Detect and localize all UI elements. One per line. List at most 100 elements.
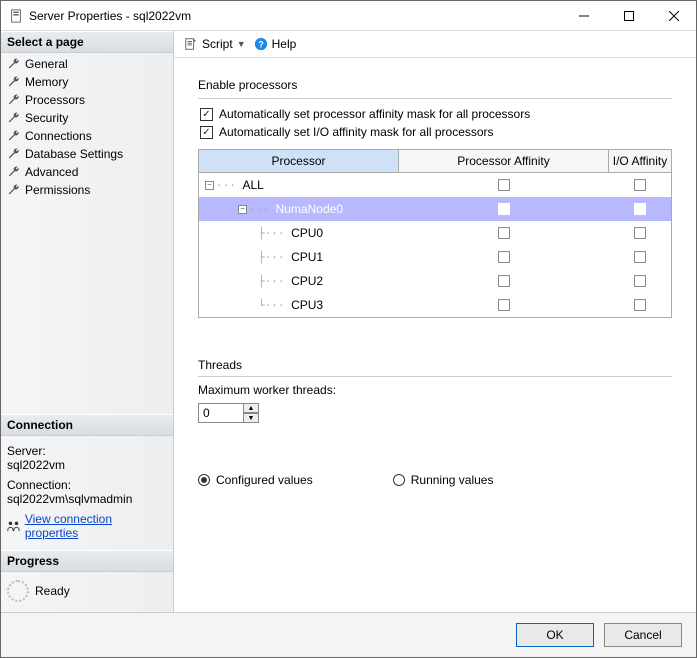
help-icon: ? [254,37,268,51]
divider [198,98,672,99]
tree-collapse-icon[interactable]: − [205,181,214,190]
processors-panel: Enable processors ✓ Automatically set pr… [174,58,696,612]
window-controls [561,1,696,30]
io-affinity-checkbox[interactable] [634,251,646,263]
select-page-header: Select a page [1,31,173,53]
grid-row-all[interactable]: − ··· ALL [199,173,671,197]
running-values-radio[interactable]: Running values [393,473,494,487]
radio-icon [393,474,405,486]
configured-values-label: Configured values [216,473,313,487]
spinner-up-button[interactable]: ▲ [244,403,259,413]
auto-io-affinity-checkbox[interactable]: ✓ [200,126,213,139]
io-affinity-checkbox[interactable] [634,227,646,239]
minimize-icon [579,11,589,21]
page-advanced[interactable]: Advanced [1,163,173,181]
grid-row-cpu1[interactable]: ├··· CPU1 [199,245,671,269]
max-worker-threads-input[interactable] [198,403,244,423]
chevron-down-icon: ▼ [237,39,246,49]
io-affinity-checkbox[interactable] [634,299,646,311]
dialog-button-bar: OK Cancel [1,612,696,657]
enable-processors-label: Enable processors [198,78,672,92]
auto-io-affinity-row: ✓ Automatically set I/O affinity mask fo… [198,123,672,141]
auto-processor-affinity-label: Automatically set processor affinity mas… [219,107,530,121]
wrench-icon [7,165,21,179]
progress-block: Ready [1,572,173,612]
script-button[interactable]: Script ▼ [184,37,246,51]
view-connection-properties-link[interactable]: View connection properties [25,512,167,540]
page-database-settings[interactable]: Database Settings [1,145,173,163]
page-label: Connections [25,129,92,143]
proc-affinity-checkbox[interactable] [498,251,510,263]
ok-button[interactable]: OK [516,623,594,647]
io-affinity-checkbox[interactable] [634,203,646,215]
close-button[interactable] [651,1,696,30]
help-button[interactable]: ? Help [254,37,297,51]
wrench-icon [7,111,21,125]
page-permissions[interactable]: Permissions [1,181,173,199]
proc-affinity-checkbox[interactable] [498,275,510,287]
main-area: Select a page General Memory Processors … [1,31,696,612]
grid-row-numa0[interactable]: − ··· NumaNode0 [199,197,671,221]
window-title: Server Properties - sql2022vm [29,9,561,23]
configured-values-radio[interactable]: Configured values [198,473,313,487]
row-label: CPU2 [291,274,323,288]
proc-affinity-checkbox[interactable] [498,203,510,215]
values-radio-group: Configured values Running values [198,473,672,497]
tree-collapse-icon[interactable]: − [238,205,247,214]
col-processor-affinity[interactable]: Processor Affinity [399,150,609,173]
page-list: General Memory Processors Security Conne… [1,53,173,209]
grid-row-cpu2[interactable]: ├··· CPU2 [199,269,671,293]
connection-value: sql2022vm\sqlvmadmin [7,492,167,506]
connection-properties-icon [7,519,21,533]
page-memory[interactable]: Memory [1,73,173,91]
row-label: CPU0 [291,226,323,240]
progress-status: Ready [35,584,70,598]
proc-affinity-checkbox[interactable] [498,179,510,191]
grid-row-cpu3[interactable]: └··· CPU3 [199,293,671,317]
connection-info: Server: sql2022vm Connection: sql2022vm\… [1,436,173,550]
divider [198,376,672,377]
page-security[interactable]: Security [1,109,173,127]
server-value: sql2022vm [7,458,167,472]
page-label: General [25,57,68,71]
svg-text:?: ? [258,40,263,50]
col-processor[interactable]: Processor [199,150,399,173]
ok-label: OK [546,628,563,642]
page-label: Processors [25,93,85,107]
connection-label: Connection: [7,478,167,492]
progress-header: Progress [1,550,173,572]
page-label: Advanced [25,165,78,179]
row-label: ALL [243,178,264,192]
radio-icon [198,474,210,486]
max-worker-threads-label: Maximum worker threads: [198,383,672,397]
page-general[interactable]: General [1,55,173,73]
cancel-button[interactable]: Cancel [604,623,682,647]
max-worker-threads-spinner: ▲ ▼ [198,403,672,423]
progress-spinner-icon [7,580,29,602]
close-icon [669,11,679,21]
page-connections[interactable]: Connections [1,127,173,145]
grid-row-cpu0[interactable]: ├··· CPU0 [199,221,671,245]
auto-io-affinity-label: Automatically set I/O affinity mask for … [219,125,494,139]
grid-body: − ··· ALL − ··· [199,173,671,317]
page-label: Database Settings [25,147,123,161]
page-processors[interactable]: Processors [1,91,173,109]
server-label: Server: [7,444,167,458]
maximize-button[interactable] [606,1,651,30]
minimize-button[interactable] [561,1,606,30]
io-affinity-checkbox[interactable] [634,179,646,191]
io-affinity-checkbox[interactable] [634,275,646,287]
proc-affinity-checkbox[interactable] [498,227,510,239]
page-label: Memory [25,75,68,89]
content-toolbar: Script ▼ ? Help [174,31,696,58]
spinner-down-button[interactable]: ▼ [244,413,259,423]
proc-affinity-checkbox[interactable] [498,299,510,311]
page-label: Permissions [25,183,90,197]
auto-processor-affinity-checkbox[interactable]: ✓ [200,108,213,121]
threads-label: Threads [198,358,672,372]
row-label: CPU3 [291,298,323,312]
script-icon [184,37,198,51]
maximize-icon [624,11,634,21]
col-io-affinity[interactable]: I/O Affinity [609,150,671,173]
wrench-icon [7,129,21,143]
